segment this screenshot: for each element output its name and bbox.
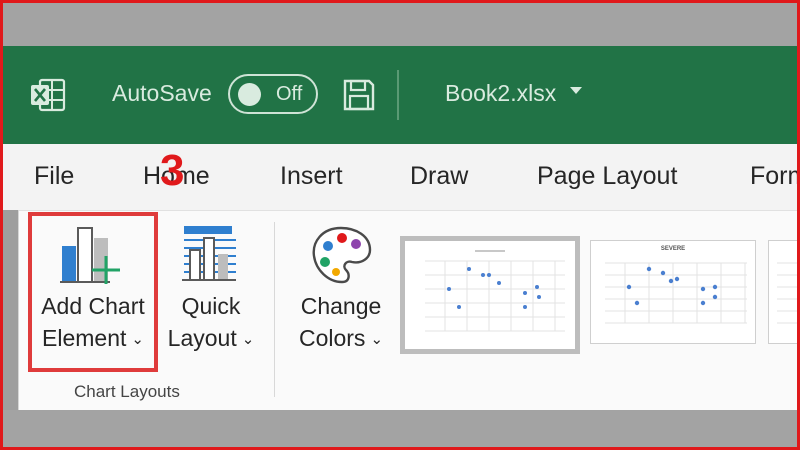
tab-page-layout[interactable]: Page Layout — [537, 162, 677, 191]
quick-layout-line1: Quick — [181, 293, 241, 319]
highlight-annotation-box — [28, 212, 158, 372]
tab-formulas[interactable]: Form — [750, 162, 800, 191]
title-bar: AutoSave Off Book2.xlsx — [0, 46, 800, 144]
tab-file[interactable]: File — [34, 162, 74, 191]
ribbon-group-divider — [274, 222, 275, 397]
chevron-down-icon: ⌄ — [241, 331, 255, 348]
chart-style-1[interactable] — [400, 236, 580, 354]
bottom-margin — [0, 410, 800, 450]
chart-layouts-group-label: Chart Layouts — [74, 382, 180, 401]
menu-bar: File Home Insert Draw Page Layout Form — [0, 144, 800, 210]
quick-layout-button[interactable]: Quick Layout ⌄ — [158, 222, 264, 358]
ribbon-edge — [18, 210, 19, 410]
change-colors-line2-wrap: Colors ⌄ — [288, 322, 394, 358]
titlebar-divider — [397, 70, 399, 120]
chart-style-1-preview — [405, 241, 575, 349]
filename-text: Book2.xlsx — [445, 80, 557, 106]
chart-style-2-preview — [605, 262, 747, 324]
toggle-state: Off — [276, 83, 303, 105]
chart-style-3-preview — [777, 262, 799, 324]
quick-layout-line2: Layout — [167, 325, 237, 351]
filename-dropdown[interactable]: Book2.xlsx — [445, 80, 583, 107]
quick-layout-line2-wrap: Layout ⌄ — [158, 322, 264, 358]
excel-logo-icon — [30, 78, 66, 112]
palette-icon — [288, 222, 394, 290]
tab-draw[interactable]: Draw — [410, 162, 468, 191]
toggle-knob — [238, 83, 261, 106]
tab-insert[interactable]: Insert — [280, 162, 343, 191]
autosave-toggle[interactable]: Off — [228, 74, 318, 114]
quick-layout-icon — [158, 222, 264, 290]
chart-style-2[interactable]: SEVERE — [590, 240, 756, 344]
chart-style-3[interactable] — [768, 240, 800, 344]
top-margin — [0, 0, 800, 46]
save-icon[interactable] — [342, 78, 376, 112]
autosave-label: AutoSave — [112, 80, 212, 106]
chevron-down-icon — [570, 87, 583, 94]
step-number-annotation: 3 — [160, 146, 185, 195]
chevron-down-icon: ⌄ — [370, 331, 384, 348]
change-colors-button[interactable]: Change Colors ⌄ — [288, 222, 394, 358]
change-colors-line1: Change — [300, 293, 382, 319]
change-colors-line2: Colors — [298, 325, 366, 351]
chart-style-2-title: SEVERE — [660, 246, 686, 252]
